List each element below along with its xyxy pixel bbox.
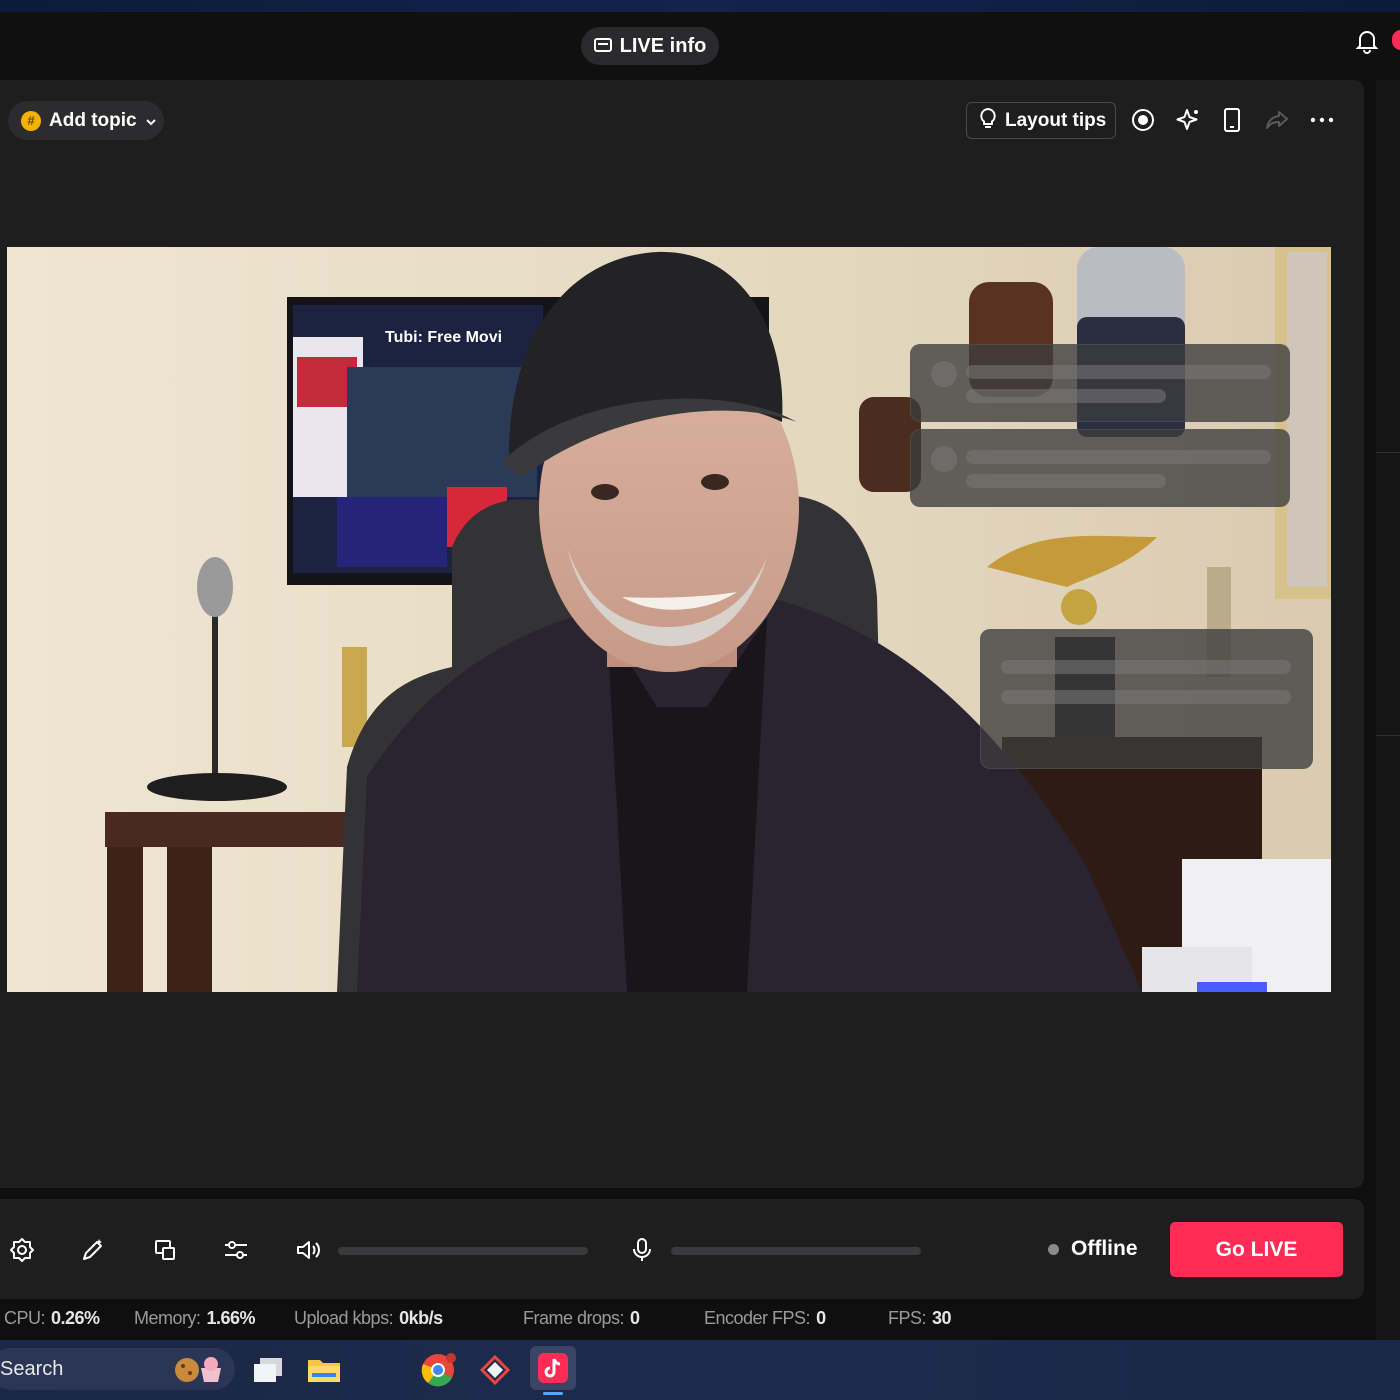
chevron-down-icon xyxy=(145,110,157,132)
edit-icon[interactable] xyxy=(79,1236,107,1264)
right-panel-divider xyxy=(1376,452,1400,453)
camera-preview: Tubi: Free Movi xyxy=(7,247,1331,992)
hashtag-icon: # xyxy=(21,110,41,131)
overlay-placeholder-card xyxy=(980,629,1313,769)
file-explorer-icon[interactable] xyxy=(304,1350,344,1390)
stat-fps: FPS: 30 xyxy=(888,1308,952,1328)
add-topic-label: Add topic xyxy=(49,109,137,131)
bell-icon[interactable] xyxy=(1354,28,1380,54)
add-topic-button[interactable]: # Add topic xyxy=(8,101,164,140)
more-icon[interactable] xyxy=(1308,106,1336,134)
volume-slider[interactable] xyxy=(338,1247,588,1255)
taskbar-search[interactable]: Search xyxy=(0,1348,235,1390)
stat-frame-drops: Frame drops: 0 xyxy=(523,1308,640,1328)
task-view-icon[interactable] xyxy=(248,1350,288,1390)
stat-upload: Upload kbps: 0kb/s xyxy=(294,1308,443,1328)
stat-cpu: CPU: 0.26% xyxy=(4,1308,100,1328)
active-app-indicator xyxy=(543,1392,563,1395)
lightbulb-icon xyxy=(979,107,997,135)
layout-tips-button[interactable]: Layout tips xyxy=(966,102,1116,139)
go-live-button[interactable]: Go LIVE xyxy=(1170,1222,1343,1277)
layout-tips-label: Layout tips xyxy=(1005,109,1107,131)
sparkle-icon[interactable] xyxy=(1174,106,1202,134)
record-icon[interactable] xyxy=(1129,106,1157,134)
status-label: Offline xyxy=(1071,1237,1138,1260)
window-top-strip xyxy=(0,0,1400,12)
right-panel-divider xyxy=(1376,735,1400,736)
volume-icon[interactable] xyxy=(294,1236,322,1264)
tv-text: Tubi: Free Movi xyxy=(385,329,502,346)
mic-icon[interactable] xyxy=(628,1236,656,1264)
status-dot xyxy=(1048,1243,1059,1255)
chrome-icon[interactable] xyxy=(418,1350,458,1390)
overlay-placeholder-card xyxy=(910,344,1290,422)
live-info-button[interactable]: LIVE info xyxy=(581,27,719,65)
search-highlight-icon xyxy=(173,1354,223,1384)
search-label: Search xyxy=(0,1357,64,1380)
app-icon[interactable] xyxy=(475,1350,515,1390)
stat-memory: Memory: 1.66% xyxy=(134,1308,256,1328)
tiktok-live-studio-icon[interactable] xyxy=(530,1346,576,1390)
adjust-icon[interactable] xyxy=(222,1236,250,1264)
right-side-panel xyxy=(1376,80,1400,1340)
live-info-label: LIVE info xyxy=(619,34,707,57)
mic-slider[interactable] xyxy=(671,1247,921,1255)
settings-icon[interactable] xyxy=(8,1236,36,1264)
card-icon xyxy=(593,35,612,58)
phone-icon[interactable] xyxy=(1218,106,1246,134)
overlay-placeholder-card xyxy=(910,429,1290,507)
performance-stats: CPU: 0.26% Memory: 1.66% Upload kbps: 0kb/s… xyxy=(0,1304,1364,1334)
screen-icon[interactable] xyxy=(151,1236,179,1264)
stat-encoder-fps: Encoder FPS: 0 xyxy=(704,1308,826,1328)
share-icon[interactable] xyxy=(1263,106,1291,134)
stream-status: Offline xyxy=(1048,1236,1138,1262)
